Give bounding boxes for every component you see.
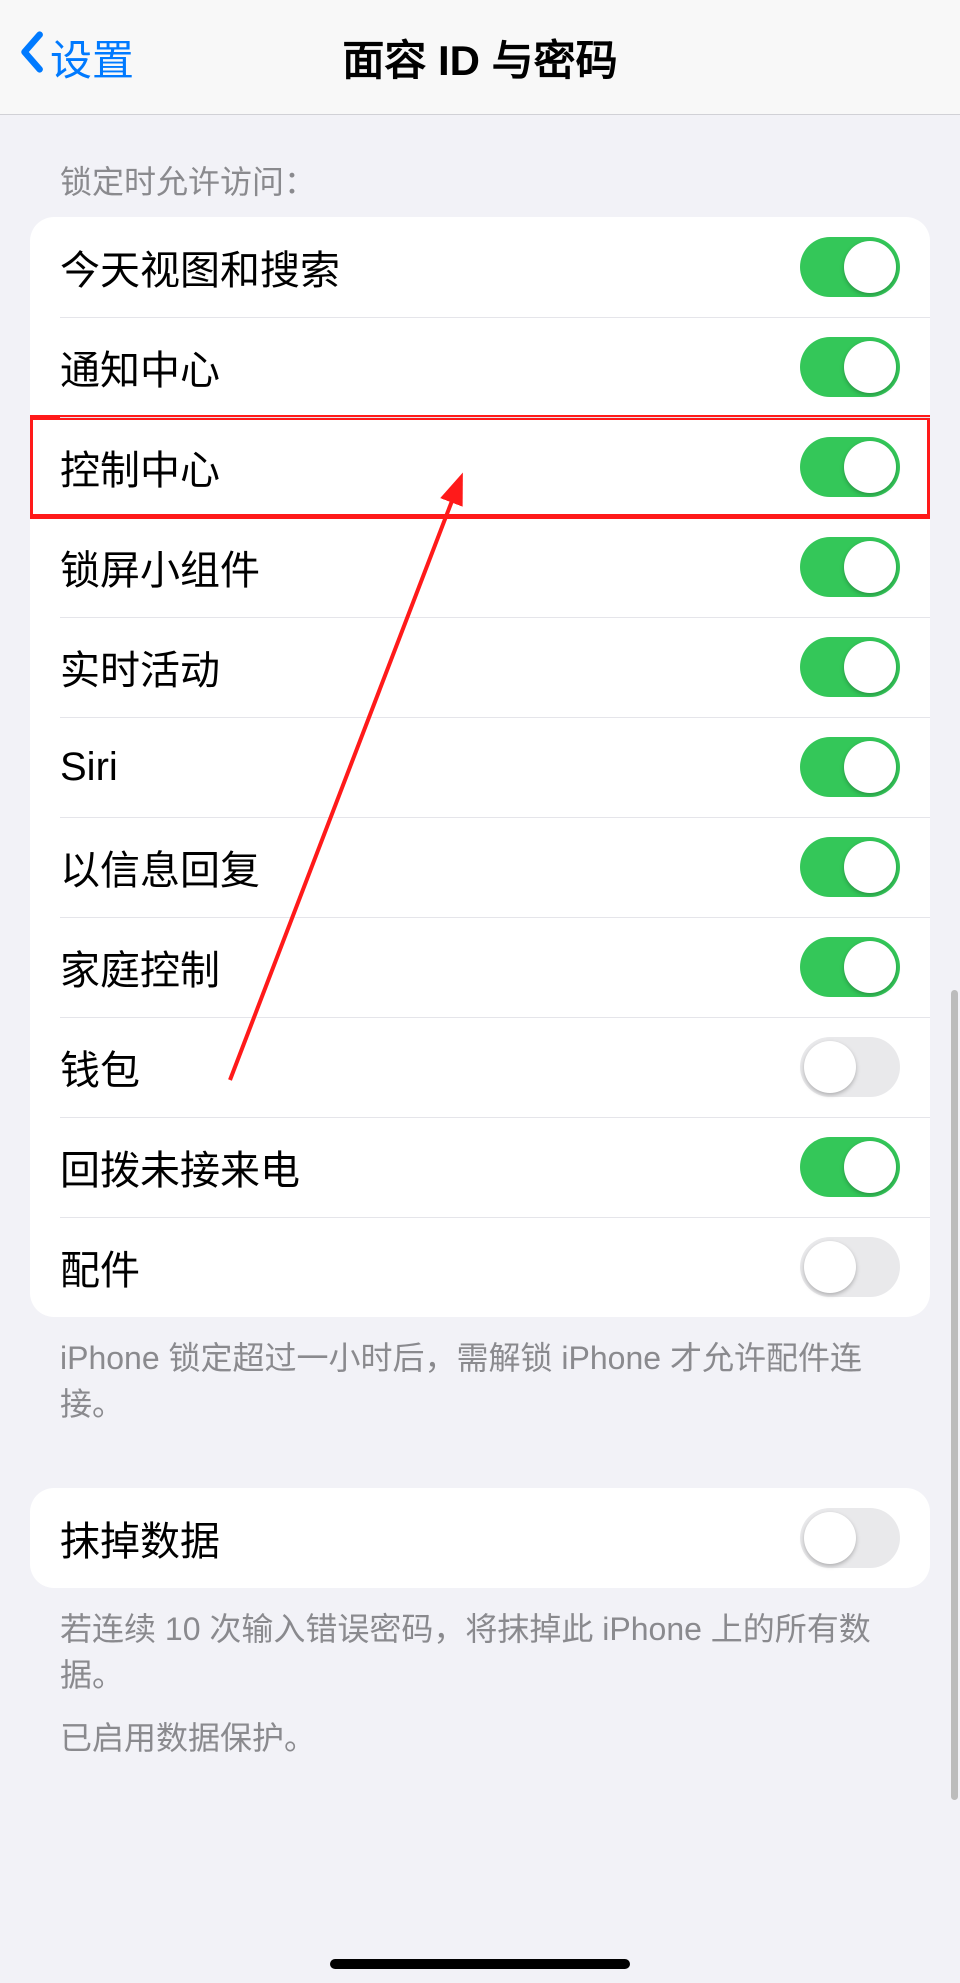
row-3[interactable]: 锁屏小组件: [30, 517, 930, 617]
switch-1[interactable]: [800, 337, 900, 397]
back-label: 设置: [50, 27, 134, 88]
switch-10[interactable]: [800, 1237, 900, 1297]
erase-data-group: 抹掉数据: [30, 1488, 930, 1588]
section-footer-protection: 已启用数据保护。: [30, 1709, 930, 1771]
switch-5[interactable]: [800, 737, 900, 797]
row-0[interactable]: 今天视图和搜索: [30, 217, 930, 317]
switch-3[interactable]: [800, 537, 900, 597]
row-1[interactable]: 通知中心: [30, 317, 930, 417]
row-label: 回拨未接来电: [60, 1138, 300, 1196]
row-label: 配件: [60, 1238, 140, 1296]
row-label: 抹掉数据: [60, 1509, 220, 1567]
switch-7[interactable]: [800, 937, 900, 997]
section-footer-erase: 若连续 10 次输入错误密码，将抹掉此 iPhone 上的所有数据。: [30, 1588, 930, 1709]
row-label: 实时活动: [60, 638, 220, 696]
home-indicator[interactable]: [330, 1959, 630, 1969]
row-7[interactable]: 家庭控制: [30, 917, 930, 1017]
row-9[interactable]: 回拨未接来电: [30, 1117, 930, 1217]
back-button[interactable]: 设置: [18, 27, 134, 88]
chevron-left-icon: [18, 30, 44, 84]
switch-9[interactable]: [800, 1137, 900, 1197]
row-label: Siri: [60, 745, 118, 790]
page-title: 面容 ID 与密码: [342, 27, 617, 88]
row-6[interactable]: 以信息回复: [30, 817, 930, 917]
allow-access-group: 今天视图和搜索通知中心控制中心锁屏小组件实时活动 Siri 以信息回复家庭控制钱包回…: [30, 217, 930, 1317]
row-label: 锁屏小组件: [60, 538, 260, 596]
row-2[interactable]: 控制中心: [30, 417, 930, 517]
switch-8[interactable]: [800, 1037, 900, 1097]
section-footer-accessories: iPhone 锁定超过一小时后，需解锁 iPhone 才允许配件连接。: [30, 1317, 930, 1438]
row-4[interactable]: 实时活动: [30, 617, 930, 717]
row-label: 家庭控制: [60, 938, 220, 996]
row-label: 通知中心: [60, 338, 220, 396]
row-erase-data[interactable]: 抹掉数据: [30, 1488, 930, 1588]
scrollbar[interactable]: [951, 990, 958, 1800]
row-label: 控制中心: [60, 438, 220, 496]
row-label: 以信息回复: [60, 838, 260, 896]
switch-6[interactable]: [800, 837, 900, 897]
switch-2[interactable]: [800, 437, 900, 497]
navbar: 设置 面容 ID 与密码: [0, 0, 960, 115]
switch-0[interactable]: [800, 237, 900, 297]
switch-4[interactable]: [800, 637, 900, 697]
row-label: 今天视图和搜索: [60, 238, 340, 296]
row-5[interactable]: Siri: [30, 717, 930, 817]
row-label: 钱包: [60, 1038, 140, 1096]
switch-erase-data[interactable]: [800, 1508, 900, 1568]
row-10[interactable]: 配件: [30, 1217, 930, 1317]
section-header-allow-access: 锁定时允许访问：: [30, 115, 930, 217]
row-8[interactable]: 钱包: [30, 1017, 930, 1117]
